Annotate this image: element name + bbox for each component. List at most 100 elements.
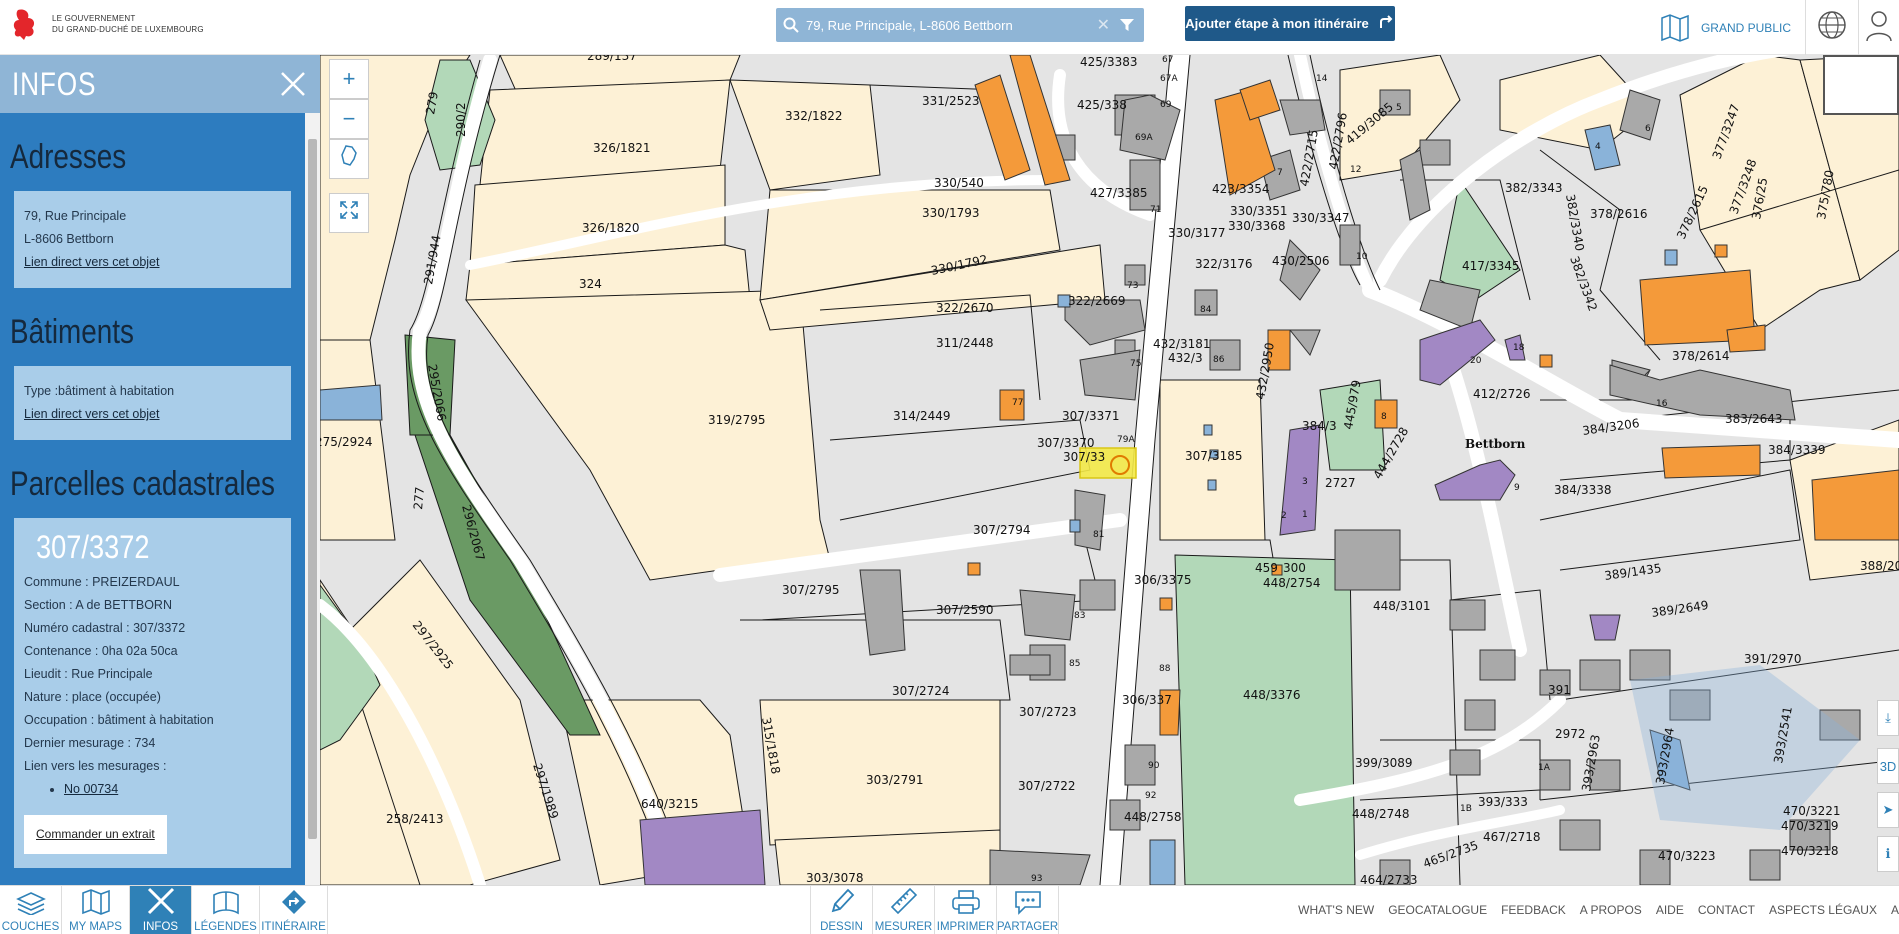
panel-body[interactable]: Adresses 79, Rue Principale L-8606 Bettb… (0, 113, 305, 885)
footer-link-whats-new[interactable]: WHAT'S NEW (1298, 903, 1374, 917)
parcel-section: Section : A de BETTBORN (24, 598, 172, 612)
close-icon[interactable]: ✕ (1097, 15, 1110, 35)
search-icon (776, 17, 806, 33)
survey-link[interactable]: No 00734 (64, 782, 118, 796)
survey-list-item: No 00734 (64, 778, 281, 801)
parcel-label: 330/540 (934, 176, 984, 190)
infos-icon (146, 887, 176, 921)
layers-icon (15, 891, 46, 921)
parcel-label: 448/3376 (1243, 688, 1301, 702)
parcel-last-survey: Dernier mesurage : 734 (24, 736, 156, 750)
zoom-out-button[interactable]: − (329, 99, 369, 139)
buildings-title: Bâtiments (10, 313, 134, 351)
house-number: 73 (1127, 281, 1138, 291)
overview-map-button[interactable] (1823, 55, 1899, 115)
parcel-label: 391/2970 (1744, 652, 1802, 666)
map-icon[interactable] (1659, 12, 1691, 44)
parcel-label: 332/1822 (785, 109, 843, 123)
parcel-label: 314/2449 (893, 409, 951, 423)
house-number: 5 (1396, 103, 1402, 113)
building-direct-link[interactable]: Lien direct vers cet objet (24, 407, 160, 421)
parcel-label: 307/3185 (1185, 449, 1243, 463)
house-number: 69 (1160, 100, 1172, 110)
parcel-label: 383/2643 (1725, 412, 1783, 426)
scrollbar-thumb[interactable] (308, 139, 317, 839)
info-button[interactable]: ℹ (1877, 836, 1899, 872)
download-button[interactable]: ⤓ (1877, 700, 1899, 736)
language-button[interactable] (1806, 0, 1858, 55)
panel-scrollbar[interactable] (305, 113, 320, 885)
government-logo[interactable]: LE GOUVERNEMENT DU GRAND-DUCHÉ DE LUXEMB… (10, 6, 204, 42)
filter-icon[interactable] (1120, 18, 1134, 32)
fullscreen-button[interactable] (329, 193, 369, 233)
draw-button[interactable]: DESSIN (811, 886, 873, 934)
zoom-in-button[interactable]: + (329, 59, 369, 99)
house-number: 83 (1074, 611, 1085, 621)
parcel-survey-links: Lien vers les mesurages : (24, 759, 167, 773)
panel-title: INFOS (12, 65, 97, 102)
parcel-label: 331/2523 (922, 94, 980, 108)
footer-link-about[interactable]: A PROPOS (1580, 903, 1642, 917)
footer-link-legal[interactable]: ASPECTS LÉGAUX (1769, 903, 1877, 917)
share-icon (1013, 889, 1043, 921)
parcel-label: 430/2506 (1272, 254, 1330, 268)
bottom-toolbar: COUCHES MY MAPS INFOS LÉGENDES ITINÉRAIR… (0, 885, 1899, 934)
country-extent-button[interactable] (329, 139, 369, 179)
parcel-label: 324 (579, 277, 602, 291)
parcel-label: 412/2726 (1473, 387, 1531, 401)
house-number: 85 (1069, 659, 1080, 669)
parcel-label: 432/3181 (1153, 337, 1211, 351)
parcel-label: 470/3219 (1781, 819, 1839, 833)
mymaps-button[interactable]: MY MAPS (62, 886, 130, 934)
layers-button[interactable]: COUCHES (0, 886, 62, 934)
parcel-label: 384/3339 (1768, 443, 1826, 457)
parcel-label: 382/3343 (1505, 181, 1563, 195)
3d-toggle[interactable]: 3D (1877, 748, 1899, 784)
route-button-label: Ajouter étape à mon itinéraire (1185, 16, 1369, 31)
share-button[interactable]: PARTAGER (997, 886, 1059, 934)
footer-link-contact[interactable]: CONTACT (1698, 903, 1755, 917)
address-direct-link[interactable]: Lien direct vers cet objet (24, 255, 160, 269)
itinerary-button[interactable]: ITINÉRAIRE (260, 886, 328, 934)
footer-link-help[interactable]: AIDE (1656, 903, 1684, 917)
add-route-step-button[interactable]: Ajouter étape à mon itinéraire (1185, 6, 1395, 41)
parcel-label: 307/2723 (1019, 705, 1077, 719)
parcel-label: 322/2669 (1068, 294, 1126, 308)
parcel-label: 319/2795 (708, 413, 766, 427)
fullscreen-icon (339, 200, 359, 226)
infos-button[interactable]: INFOS (130, 886, 192, 934)
house-number: 69A (1135, 133, 1153, 143)
parcel-label: 306/337 (1122, 693, 1172, 707)
close-icon[interactable] (278, 69, 308, 99)
measure-button[interactable]: MESURER (873, 886, 935, 934)
house-number: 4 (1595, 142, 1601, 152)
legends-button[interactable]: LÉGENDES (192, 886, 260, 934)
mymaps-label: MY MAPS (69, 921, 122, 933)
parcel-label: 330/3368 (1228, 219, 1286, 233)
house-number: 88 (1159, 664, 1171, 674)
parcel-label: 384/3338 (1554, 483, 1612, 497)
mymaps-icon (81, 889, 111, 921)
parcel-label: 307/2590 (936, 603, 994, 617)
search-input[interactable] (806, 17, 1097, 33)
parcel-label: 393/333 (1478, 795, 1528, 809)
house-number: 20 (1470, 356, 1482, 366)
order-extract-button[interactable]: Commander un extrait (24, 815, 167, 854)
search-bar[interactable]: ✕ (776, 8, 1144, 42)
legends-label: LÉGENDES (194, 921, 257, 933)
parcel-label: 275/2924 (315, 435, 373, 449)
info-panel: INFOS Adresses 79, Rue Principale L-8606… (0, 55, 320, 885)
footer-link-feedback[interactable]: FEEDBACK (1501, 903, 1566, 917)
parcel-label: 464/2733 (1360, 873, 1418, 885)
print-button[interactable]: IMPRIMER (935, 886, 997, 934)
footer-link-more[interactable]: A (1891, 903, 1899, 917)
location-button[interactable]: ➤ (1877, 792, 1899, 828)
audience-selector[interactable]: GRAND PUBLIC (1701, 21, 1791, 35)
house-number: 67A (1160, 74, 1178, 84)
user-button[interactable] (1859, 0, 1899, 55)
parcel-lieudit: Lieudit : Rue Principale (24, 667, 153, 681)
house-number: 77 (1012, 398, 1023, 408)
footer-link-geocatalogue[interactable]: GEOCATALOGUE (1388, 903, 1487, 917)
house-number: 71 (1150, 205, 1161, 215)
parcels-box: 307/3372 Commune : PREIZERDAUL Section :… (14, 518, 291, 868)
